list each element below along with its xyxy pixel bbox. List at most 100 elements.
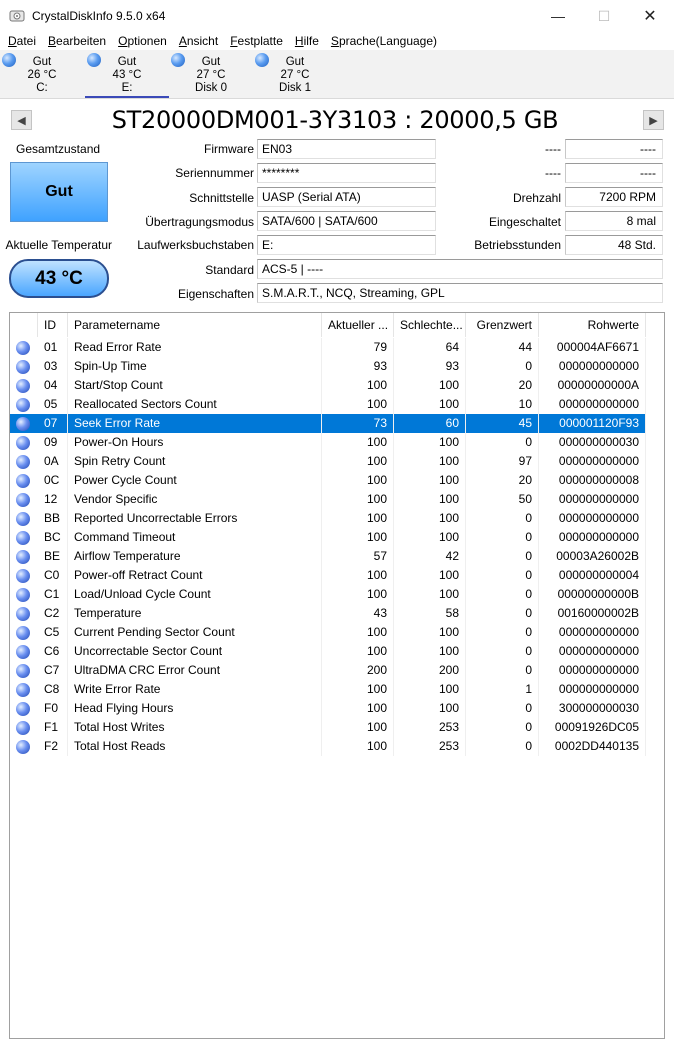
table-row[interactable]: F0 Head Flying Hours 100 100 0 300000000030 xyxy=(10,699,646,718)
disk-tab-disk0[interactable]: Gut 27 °C Disk 0 xyxy=(169,50,253,98)
table-row[interactable]: C0 Power-off Retract Count 100 100 0 00000000… xyxy=(10,566,646,585)
firmware-label: Firmware xyxy=(204,142,254,156)
menu-hilfe[interactable]: Hilfe xyxy=(289,32,325,50)
cell-id: F0 xyxy=(38,699,68,718)
transfer-mode-field: SATA/600 | SATA/600 xyxy=(257,211,436,231)
cell-raw: 000000000000 xyxy=(539,452,646,471)
temperature-display[interactable]: 43 °C xyxy=(9,259,109,298)
cell-id: C1 xyxy=(38,585,68,604)
cell-threshold: 0 xyxy=(466,547,539,566)
table-row[interactable]: C5 Current Pending Sector Count 100 100 0 000… xyxy=(10,623,646,642)
header-worst[interactable]: Schlechte... xyxy=(394,313,466,337)
cell-current: 100 xyxy=(322,699,394,718)
table-row[interactable]: C2 Temperature 43 58 0 00160000002B xyxy=(10,604,646,623)
table-row[interactable]: C6 Uncorrectable Sector Count 100 100 0 00000… xyxy=(10,642,646,661)
status-good-icon xyxy=(16,474,30,488)
cell-name: Power-On Hours xyxy=(68,433,322,452)
cell-threshold: 0 xyxy=(466,604,539,623)
cell-id: C7 xyxy=(38,661,68,680)
status-good-icon xyxy=(16,626,30,640)
cell-current: 79 xyxy=(322,338,394,357)
cell-raw: 000000000000 xyxy=(539,528,646,547)
cell-name: Write Error Rate xyxy=(68,680,322,699)
cell-current: 200 xyxy=(322,661,394,680)
cell-worst: 100 xyxy=(394,680,466,699)
status-good-icon xyxy=(16,512,30,526)
disk-tab-disk1[interactable]: Gut 27 °C Disk 1 xyxy=(253,50,337,98)
menu-ansicht[interactable]: Ansicht xyxy=(173,32,224,50)
disk-tab-e[interactable]: Gut 43 °C E: xyxy=(85,50,169,98)
cell-raw: 000000000008 xyxy=(539,471,646,490)
table-row[interactable]: C8 Write Error Rate 100 100 1 000000000000 xyxy=(10,680,646,699)
cell-current: 100 xyxy=(322,490,394,509)
cell-threshold: 0 xyxy=(466,642,539,661)
cell-name: Vendor Specific xyxy=(68,490,322,509)
arrow-left-icon: ◀ xyxy=(17,114,26,127)
status-good-icon xyxy=(16,417,30,431)
cell-worst: 100 xyxy=(394,585,466,604)
cell-raw: 000000000000 xyxy=(539,490,646,509)
cell-worst: 42 xyxy=(394,547,466,566)
status-good-icon xyxy=(16,493,30,507)
table-row[interactable]: 12 Vendor Specific 100 100 50 000000000000 xyxy=(10,490,646,509)
cell-id: BE xyxy=(38,547,68,566)
maximize-button[interactable]: ☐ xyxy=(581,0,627,32)
table-row[interactable]: 09 Power-On Hours 100 100 0 000000000030 xyxy=(10,433,646,452)
table-row[interactable]: BB Reported Uncorrectable Errors 100 100 0 00… xyxy=(10,509,646,528)
header-name[interactable]: Parametername xyxy=(68,313,322,337)
cell-threshold: 0 xyxy=(466,699,539,718)
cell-name: Seek Error Rate xyxy=(68,414,322,433)
table-row[interactable]: 01 Read Error Rate 79 64 44 000004AF6671 xyxy=(10,338,646,357)
header-id[interactable]: ID xyxy=(38,313,68,337)
table-row[interactable]: F1 Total Host Writes 100 253 0 00091926DC05 xyxy=(10,718,646,737)
close-button[interactable]: ✕ xyxy=(627,0,673,32)
menu-bearbeiten[interactable]: Bearbeiten xyxy=(42,32,112,50)
menu-optionen[interactable]: Optionen xyxy=(112,32,173,50)
cell-id: 05 xyxy=(38,395,68,414)
table-row[interactable]: C7 UltraDMA CRC Error Count 200 200 0 0000000… xyxy=(10,661,646,680)
header-current[interactable]: Aktueller ... xyxy=(322,313,394,337)
header-threshold[interactable]: Grenzwert xyxy=(466,313,539,337)
table-row[interactable]: 05 Reallocated Sectors Count 100 100 10 00000… xyxy=(10,395,646,414)
menu-datei[interactable]: Datei xyxy=(2,32,42,50)
cell-current: 100 xyxy=(322,585,394,604)
table-row[interactable]: 03 Spin-Up Time 93 93 0 000000000000 xyxy=(10,357,646,376)
table-row[interactable]: BC Command Timeout 100 100 0 000000000000 xyxy=(10,528,646,547)
cell-id: F1 xyxy=(38,718,68,737)
cell-name: Reported Uncorrectable Errors xyxy=(68,509,322,528)
table-row[interactable]: F2 Total Host Reads 100 253 0 0002DD440135 xyxy=(10,737,646,756)
table-row[interactable]: 07 Seek Error Rate 73 60 45 000001120F93 xyxy=(10,414,646,433)
drive-letter-label: Laufwerksbuchstaben xyxy=(137,238,254,252)
cell-current: 57 xyxy=(322,547,394,566)
cell-id: 07 xyxy=(38,414,68,433)
rpm-label: Drehzahl xyxy=(512,191,561,205)
cell-worst: 253 xyxy=(394,718,466,737)
table-row[interactable]: 04 Start/Stop Count 100 100 20 00000000000A xyxy=(10,376,646,395)
menu-festplatte[interactable]: Festplatte xyxy=(224,32,289,50)
smart-attribute-table[interactable]: ID Parametername Aktueller ... Schlechte… xyxy=(9,312,665,1039)
cell-id: 01 xyxy=(38,338,68,357)
next-disk-button[interactable]: ▶ xyxy=(643,110,664,130)
interface-label: Schnittstelle xyxy=(189,191,254,205)
cell-raw: 000000000030 xyxy=(539,433,646,452)
table-row[interactable]: BE Airflow Temperature 57 42 0 00003A26002B xyxy=(10,547,646,566)
disk-tab-c[interactable]: Gut 26 °C C: xyxy=(0,50,84,98)
cell-id: 04 xyxy=(38,376,68,395)
cell-threshold: 0 xyxy=(466,623,539,642)
extra-label-1: ---- xyxy=(545,142,561,156)
previous-disk-button[interactable]: ◀ xyxy=(11,110,32,130)
header-raw[interactable]: Rohwerte xyxy=(539,313,646,337)
cell-worst: 58 xyxy=(394,604,466,623)
table-row[interactable]: C1 Load/Unload Cycle Count 100 100 0 00000000… xyxy=(10,585,646,604)
standard-field: ACS-5 | ---- xyxy=(257,259,663,279)
health-status-button[interactable]: Gut xyxy=(10,162,108,222)
header-status[interactable] xyxy=(10,313,38,337)
cell-name: Airflow Temperature xyxy=(68,547,322,566)
menu-sprache[interactable]: Sprache(Language) xyxy=(325,32,443,50)
minimize-button[interactable]: — xyxy=(535,0,581,32)
cell-worst: 100 xyxy=(394,528,466,547)
table-row[interactable]: 0C Power Cycle Count 100 100 20 000000000008 xyxy=(10,471,646,490)
cell-threshold: 0 xyxy=(466,357,539,376)
status-good-icon xyxy=(16,740,30,754)
table-row[interactable]: 0A Spin Retry Count 100 100 97 000000000000 xyxy=(10,452,646,471)
